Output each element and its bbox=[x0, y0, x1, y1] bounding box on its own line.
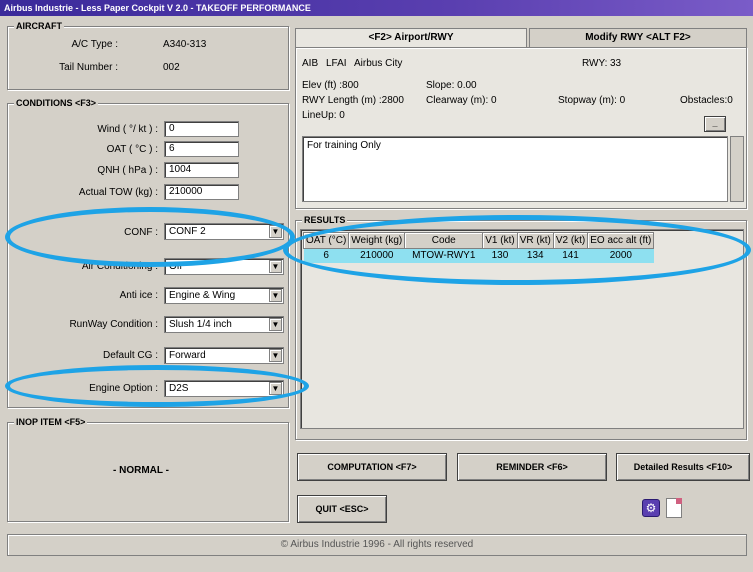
document-icon[interactable] bbox=[666, 498, 682, 518]
cell-vr: 134 bbox=[517, 248, 554, 263]
engine-option-label: Engine Option : bbox=[89, 383, 158, 394]
qnh-input[interactable]: 1004 bbox=[164, 162, 239, 178]
conditions-group: CONDITIONS <F3> Wind ( °/ kt ) : 0 OAT (… bbox=[7, 98, 289, 408]
engine-option-select[interactable]: D2S ▼ bbox=[164, 380, 284, 397]
inop-status: - NORMAL - bbox=[113, 465, 169, 476]
window-title: Airbus Industrie - Less Paper Cockpit V … bbox=[0, 0, 753, 16]
results-header-row: OAT (°C) Weight (kg) Code V1 (kt) VR (kt… bbox=[302, 232, 655, 249]
airport-panel: AIB LFAI Airbus City RWY: 33 Elev (ft) :… bbox=[295, 47, 747, 209]
oat-input[interactable]: 6 bbox=[164, 141, 239, 157]
lineup: LineUp: 0 bbox=[302, 110, 345, 121]
airport-city: Airbus City bbox=[354, 58, 403, 69]
cell-eo-acc-alt: 2000 bbox=[587, 248, 654, 263]
settings-app-icon[interactable]: ⚙ bbox=[642, 499, 660, 517]
rwy-length: RWY Length (m) :2800 bbox=[302, 95, 404, 106]
airport-code: AIB bbox=[302, 58, 319, 69]
slope: Slope: 0.00 bbox=[426, 80, 477, 91]
notes-box[interactable]: For training Only bbox=[302, 136, 728, 202]
chevron-down-icon[interactable]: ▼ bbox=[269, 318, 282, 331]
status-bar: © Airbus Industrie 1996 - All rights res… bbox=[7, 534, 747, 556]
conf-select-value: CONF 2 bbox=[169, 226, 206, 237]
tab-airport-rwy[interactable]: <F2> Airport/RWY bbox=[295, 28, 527, 48]
airport-icao: LFAI bbox=[326, 58, 347, 69]
air-conditioning-value: Off bbox=[169, 261, 183, 272]
copyright-text: © Airbus Industrie 1996 - All rights res… bbox=[280, 539, 474, 550]
inop-item-group-label: INOP ITEM <F5> bbox=[14, 417, 88, 427]
chevron-down-icon[interactable]: ▼ bbox=[269, 225, 282, 238]
cell-v2: 141 bbox=[553, 248, 588, 263]
runway-condition-value: Slush 1/4 inch bbox=[169, 319, 232, 330]
rwy-label: RWY: bbox=[582, 58, 608, 69]
chevron-down-icon[interactable]: ▼ bbox=[269, 260, 282, 273]
air-conditioning-select[interactable]: Off ▼ bbox=[164, 258, 284, 275]
ac-type-label: A/C Type : bbox=[71, 39, 118, 50]
notes-scrollbar[interactable] bbox=[730, 136, 744, 202]
notes-text: For training Only bbox=[307, 140, 381, 151]
engine-option-value: D2S bbox=[169, 383, 189, 394]
col-v2[interactable]: V2 (kt) bbox=[552, 232, 589, 249]
rwy-value: 33 bbox=[610, 58, 622, 69]
cell-code: MTOW-RWY1 bbox=[404, 248, 483, 263]
ac-type-value: A340-313 bbox=[163, 39, 207, 50]
col-vr[interactable]: VR (kt) bbox=[516, 232, 554, 249]
anti-ice-select[interactable]: Engine & Wing ▼ bbox=[164, 287, 284, 304]
col-oat[interactable]: OAT (°C) bbox=[302, 232, 350, 249]
tab-modify-rwy[interactable]: Modify RWY <ALT F2> bbox=[529, 28, 747, 48]
chevron-down-icon[interactable]: ▼ bbox=[269, 349, 282, 362]
results-group: RESULTS OAT (°C) Weight (kg) Code V1 (kt… bbox=[295, 215, 747, 440]
oat-label: OAT ( °C ) : bbox=[106, 144, 158, 155]
col-eo-acc-alt[interactable]: EO acc alt (ft) bbox=[587, 232, 655, 249]
cell-oat: 6 bbox=[303, 248, 349, 263]
elevation: Elev (ft) :800 bbox=[302, 80, 359, 91]
col-code[interactable]: Code bbox=[404, 232, 484, 249]
cell-v1: 130 bbox=[482, 248, 518, 263]
qnh-label: QNH ( hPa ) : bbox=[97, 165, 158, 176]
tail-number-label: Tail Number : bbox=[59, 62, 118, 73]
anti-ice-label: Anti ice : bbox=[119, 290, 158, 301]
computation-button[interactable]: COMPUTATION <F7> bbox=[297, 453, 447, 481]
col-v1[interactable]: V1 (kt) bbox=[482, 232, 518, 249]
conf-select[interactable]: CONF 2 ▼ bbox=[164, 223, 284, 240]
col-weight[interactable]: Weight (kg) bbox=[348, 232, 406, 249]
default-cg-label: Default CG : bbox=[102, 350, 158, 361]
document-icon-fold bbox=[676, 498, 682, 504]
default-cg-select[interactable]: Forward ▼ bbox=[164, 347, 284, 364]
runway-condition-label: RunWay Condition : bbox=[69, 319, 158, 330]
tow-input[interactable]: 210000 bbox=[164, 184, 239, 200]
detailed-results-button[interactable]: Detailed Results <F10> bbox=[616, 453, 750, 481]
inop-item-group: INOP ITEM <F5> - NORMAL - bbox=[7, 417, 289, 522]
conditions-group-label: CONDITIONS <F3> bbox=[14, 98, 99, 108]
table-row[interactable]: 6 210000 MTOW-RWY1 130 134 141 2000 bbox=[303, 248, 654, 263]
anti-ice-value: Engine & Wing bbox=[169, 290, 236, 301]
aircraft-group-label: AIRCRAFT bbox=[14, 21, 64, 31]
wind-input[interactable]: 0 bbox=[164, 121, 239, 137]
conf-label: CONF : bbox=[124, 227, 158, 238]
results-table-panel: OAT (°C) Weight (kg) Code V1 (kt) VR (kt… bbox=[300, 229, 744, 429]
tail-number-value: 002 bbox=[163, 62, 180, 73]
results-group-label: RESULTS bbox=[302, 215, 348, 225]
chevron-down-icon[interactable]: ▼ bbox=[269, 382, 282, 395]
results-table: OAT (°C) Weight (kg) Code V1 (kt) VR (kt… bbox=[302, 232, 655, 263]
stopway: Stopway (m): 0 bbox=[558, 95, 626, 106]
quit-button[interactable]: QUIT <ESC> bbox=[297, 495, 387, 523]
reminder-button[interactable]: REMINDER <F6> bbox=[457, 453, 607, 481]
wind-label: Wind ( °/ kt ) : bbox=[97, 124, 158, 135]
runway-condition-select[interactable]: Slush 1/4 inch ▼ bbox=[164, 316, 284, 333]
obstacles-ellipsis-button[interactable]: _ bbox=[704, 116, 726, 132]
obstacles: Obstacles:0 bbox=[680, 95, 733, 106]
chevron-down-icon[interactable]: ▼ bbox=[269, 289, 282, 302]
clearway: Clearway (m): 0 bbox=[426, 95, 497, 106]
aircraft-group: AIRCRAFT A/C Type : A340-313 Tail Number… bbox=[7, 21, 289, 90]
air-conditioning-label: Air Conditioning : bbox=[81, 261, 158, 272]
tow-label: Actual TOW (kg) : bbox=[78, 187, 158, 198]
cell-weight: 210000 bbox=[348, 248, 405, 263]
default-cg-value: Forward bbox=[169, 350, 206, 361]
